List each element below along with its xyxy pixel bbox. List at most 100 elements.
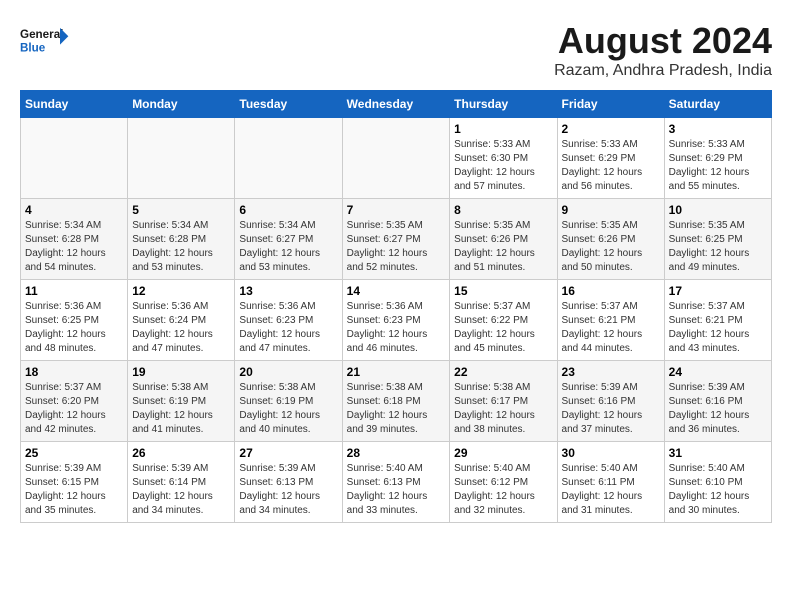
- day-info: Sunrise: 5:35 AMSunset: 6:27 PMDaylight:…: [347, 219, 446, 275]
- weekday-sunday: Sunday: [21, 91, 128, 118]
- week-row-4: 18 Sunrise: 5:37 AMSunset: 6:20 PMDayligh…: [21, 361, 772, 442]
- day-info: Sunrise: 5:34 AMSunset: 6:27 PMDaylight:…: [239, 219, 337, 275]
- day-info: Sunrise: 5:36 AMSunset: 6:24 PMDaylight:…: [132, 300, 230, 356]
- day-number: 31: [669, 446, 767, 460]
- calendar-body: 1Sunrise: 5:33 AMSunset: 6:30 PMDaylight…: [21, 118, 772, 523]
- calendar-cell: [128, 118, 235, 199]
- calendar-cell: 13Sunrise: 5:36 AMSunset: 6:23 PMDayligh…: [235, 280, 342, 361]
- day-info: Sunrise: 5:37 AMSunset: 6:22 PMDaylight:…: [454, 300, 552, 356]
- day-info: Sunrise: 5:39 AMSunset: 6:16 PMDaylight:…: [562, 381, 660, 437]
- day-info: Sunrise: 5:39 AMSunset: 6:16 PMDaylight:…: [669, 381, 767, 437]
- day-number: 17: [669, 284, 767, 298]
- day-number: 16: [562, 284, 660, 298]
- day-number: 28: [347, 446, 446, 460]
- calendar-cell: 16 Sunrise: 5:37 AMSunset: 6:21 PMDayligh…: [557, 280, 664, 361]
- calendar-cell: [342, 118, 450, 199]
- title-block: August 2024 Razam, Andhra Pradesh, India: [554, 20, 772, 80]
- svg-text:Blue: Blue: [20, 41, 46, 54]
- calendar-cell: 21 Sunrise: 5:38 AMSunset: 6:18 PMDayligh…: [342, 361, 450, 442]
- day-info: Sunrise: 5:40 AMSunset: 6:11 PMDaylight:…: [562, 462, 660, 518]
- week-row-5: 25 Sunrise: 5:39 AMSunset: 6:15 PMDayligh…: [21, 442, 772, 523]
- calendar-table: SundayMondayTuesdayWednesdayThursdayFrid…: [20, 90, 772, 523]
- calendar-cell: 7 Sunrise: 5:35 AMSunset: 6:27 PMDaylight…: [342, 199, 450, 280]
- day-number: 22: [454, 365, 552, 379]
- day-number: 30: [562, 446, 660, 460]
- day-number: 13: [239, 284, 337, 298]
- calendar-cell: 17Sunrise: 5:37 AMSunset: 6:21 PMDayligh…: [664, 280, 771, 361]
- calendar-cell: 12 Sunrise: 5:36 AMSunset: 6:24 PMDayligh…: [128, 280, 235, 361]
- day-number: 19: [132, 365, 230, 379]
- calendar-cell: 29Sunrise: 5:40 AMSunset: 6:12 PMDayligh…: [450, 442, 557, 523]
- day-number: 7: [347, 203, 446, 217]
- calendar-cell: 23 Sunrise: 5:39 AMSunset: 6:16 PMDayligh…: [557, 361, 664, 442]
- day-number: 26: [132, 446, 230, 460]
- svg-text:General: General: [20, 28, 63, 41]
- day-info: Sunrise: 5:35 AMSunset: 6:25 PMDaylight:…: [669, 219, 767, 275]
- day-number: 8: [454, 203, 552, 217]
- day-number: 27: [239, 446, 337, 460]
- month-year-title: August 2024: [554, 20, 772, 62]
- day-number: 4: [25, 203, 123, 217]
- weekday-tuesday: Tuesday: [235, 91, 342, 118]
- page-header: General Blue August 2024 Razam, Andhra P…: [20, 20, 772, 80]
- day-info: Sunrise: 5:39 AMSunset: 6:14 PMDaylight:…: [132, 462, 230, 518]
- calendar-cell: 19 Sunrise: 5:38 AMSunset: 6:19 PMDayligh…: [128, 361, 235, 442]
- calendar-cell: 5 Sunrise: 5:34 AMSunset: 6:28 PMDaylight…: [128, 199, 235, 280]
- day-info: Sunrise: 5:38 AMSunset: 6:19 PMDaylight:…: [239, 381, 337, 437]
- location-subtitle: Razam, Andhra Pradesh, India: [554, 62, 772, 80]
- calendar-cell: 6 Sunrise: 5:34 AMSunset: 6:27 PMDaylight…: [235, 199, 342, 280]
- calendar-cell: 18 Sunrise: 5:37 AMSunset: 6:20 PMDayligh…: [21, 361, 128, 442]
- day-info: Sunrise: 5:33 AMSunset: 6:29 PMDaylight:…: [562, 138, 660, 194]
- weekday-thursday: Thursday: [450, 91, 557, 118]
- day-info: Sunrise: 5:34 AMSunset: 6:28 PMDaylight:…: [132, 219, 230, 275]
- logo-icon: General Blue: [20, 20, 70, 60]
- calendar-cell: 28 Sunrise: 5:40 AMSunset: 6:13 PMDayligh…: [342, 442, 450, 523]
- calendar-cell: 4Sunrise: 5:34 AMSunset: 6:28 PMDaylight…: [21, 199, 128, 280]
- day-info: Sunrise: 5:40 AMSunset: 6:13 PMDaylight:…: [347, 462, 446, 518]
- calendar-cell: 20Sunrise: 5:38 AMSunset: 6:19 PMDayligh…: [235, 361, 342, 442]
- calendar-cell: 8 Sunrise: 5:35 AMSunset: 6:26 PMDaylight…: [450, 199, 557, 280]
- calendar-cell: 2Sunrise: 5:33 AMSunset: 6:29 PMDaylight…: [557, 118, 664, 199]
- day-number: 12: [132, 284, 230, 298]
- day-info: Sunrise: 5:38 AMSunset: 6:19 PMDaylight:…: [132, 381, 230, 437]
- calendar-cell: 1Sunrise: 5:33 AMSunset: 6:30 PMDaylight…: [450, 118, 557, 199]
- day-info: Sunrise: 5:39 AMSunset: 6:15 PMDaylight:…: [25, 462, 123, 518]
- week-row-2: 4 Sunrise: 5:34 AMSunset: 6:28 PMDaylight…: [21, 199, 772, 280]
- day-info: Sunrise: 5:40 AMSunset: 6:10 PMDaylight:…: [669, 462, 767, 518]
- day-info: Sunrise: 5:36 AMSunset: 6:23 PMDaylight:…: [347, 300, 446, 356]
- day-info: Sunrise: 5:35 AMSunset: 6:26 PMDaylight:…: [454, 219, 552, 275]
- day-info: Sunrise: 5:35 AMSunset: 6:26 PMDaylight:…: [562, 219, 660, 275]
- day-number: 5: [132, 203, 230, 217]
- weekday-wednesday: Wednesday: [342, 91, 450, 118]
- calendar-cell: [235, 118, 342, 199]
- day-info: Sunrise: 5:37 AMSunset: 6:20 PMDaylight:…: [25, 381, 123, 437]
- weekday-monday: Monday: [128, 91, 235, 118]
- day-number: 1: [454, 122, 552, 136]
- day-number: 14: [347, 284, 446, 298]
- weekday-friday: Friday: [557, 91, 664, 118]
- day-number: 6: [239, 203, 337, 217]
- calendar-cell: 27 Sunrise: 5:39 AMSunset: 6:13 PMDayligh…: [235, 442, 342, 523]
- calendar-cell: 22Sunrise: 5:38 AMSunset: 6:17 PMDayligh…: [450, 361, 557, 442]
- calendar-cell: 31 Sunrise: 5:40 AMSunset: 6:10 PMDayligh…: [664, 442, 771, 523]
- day-number: 3: [669, 122, 767, 136]
- day-info: Sunrise: 5:37 AMSunset: 6:21 PMDaylight:…: [562, 300, 660, 356]
- day-number: 9: [562, 203, 660, 217]
- calendar-cell: 30 Sunrise: 5:40 AMSunset: 6:11 PMDayligh…: [557, 442, 664, 523]
- calendar-cell: 14 Sunrise: 5:36 AMSunset: 6:23 PMDayligh…: [342, 280, 450, 361]
- day-number: 24: [669, 365, 767, 379]
- day-number: 11: [25, 284, 123, 298]
- day-number: 21: [347, 365, 446, 379]
- day-number: 29: [454, 446, 552, 460]
- week-row-3: 11 Sunrise: 5:36 AMSunset: 6:25 PMDayligh…: [21, 280, 772, 361]
- day-info: Sunrise: 5:39 AMSunset: 6:13 PMDaylight:…: [239, 462, 337, 518]
- day-number: 23: [562, 365, 660, 379]
- day-info: Sunrise: 5:33 AMSunset: 6:29 PMDaylight:…: [669, 138, 767, 194]
- day-info: Sunrise: 5:36 AMSunset: 6:25 PMDaylight:…: [25, 300, 123, 356]
- calendar-cell: 24 Sunrise: 5:39 AMSunset: 6:16 PMDayligh…: [664, 361, 771, 442]
- day-number: 25: [25, 446, 123, 460]
- calendar-cell: 10Sunrise: 5:35 AMSunset: 6:25 PMDayligh…: [664, 199, 771, 280]
- day-number: 18: [25, 365, 123, 379]
- day-info: Sunrise: 5:38 AMSunset: 6:18 PMDaylight:…: [347, 381, 446, 437]
- calendar-cell: 25 Sunrise: 5:39 AMSunset: 6:15 PMDayligh…: [21, 442, 128, 523]
